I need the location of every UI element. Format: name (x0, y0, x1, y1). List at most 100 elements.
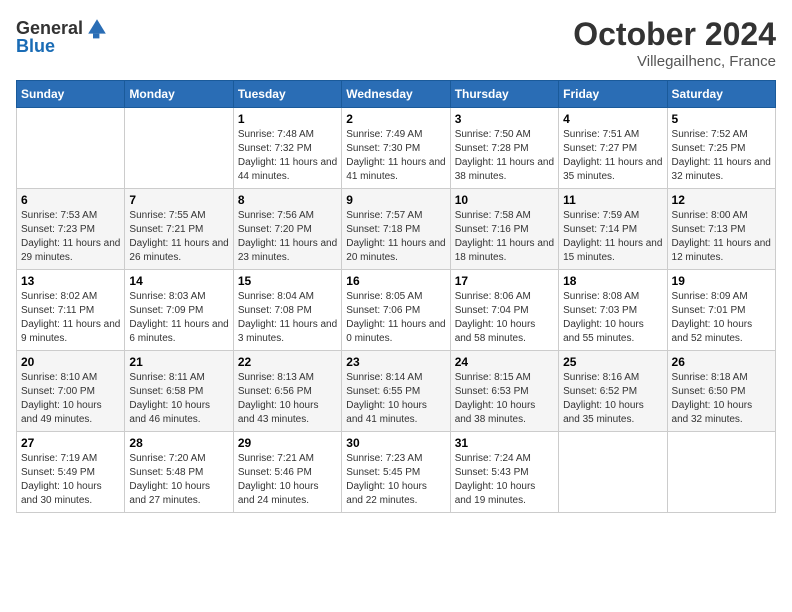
calendar-cell: 31 Sunrise: 7:24 AMSunset: 5:43 PMDayligh… (450, 432, 558, 513)
day-info: Sunrise: 8:13 AMSunset: 6:56 PMDaylight:… (238, 371, 337, 427)
calendar-cell: 19Sunrise: 8:09 AMSunset: 7:01 PMDayligh… (667, 270, 775, 351)
day-info: Sunrise: 7:49 AMSunset: 7:30 PMDaylight:… (346, 128, 445, 184)
day-info: Sunrise: 8:18 AMSunset: 6:50 PMDaylight:… (672, 371, 771, 427)
day-number: 6 (21, 193, 120, 207)
day-number: 20 (21, 355, 120, 369)
day-number: 24 (455, 355, 554, 369)
day-number: 29 (238, 436, 337, 450)
calendar-cell: 9 Sunrise: 7:57 AMSunset: 7:18 PMDaylight… (342, 189, 450, 270)
logo: General Blue (16, 16, 109, 57)
header-wednesday: Wednesday (342, 81, 450, 108)
day-number: 3 (455, 112, 554, 126)
calendar-cell: 27 Sunrise: 7:19 AMSunset: 5:49 PMDayligh… (17, 432, 125, 513)
calendar-cell: 17Sunrise: 8:06 AMSunset: 7:04 PMDayligh… (450, 270, 558, 351)
day-info: Sunrise: 7:20 AMSunset: 5:48 PMDaylight:… (129, 452, 228, 508)
day-info: Sunrise: 7:24 AMSunset: 5:43 PMDaylight:… (455, 452, 554, 508)
calendar-cell: 13Sunrise: 8:02 AMSunset: 7:11 PMDayligh… (17, 270, 125, 351)
day-info: Sunrise: 7:57 AMSunset: 7:18 PMDaylight:… (346, 209, 445, 265)
day-number: 5 (672, 112, 771, 126)
calendar-cell: 20 Sunrise: 8:10 AMSunset: 7:00 PMDayligh… (17, 351, 125, 432)
location: Villegailhenc, France (573, 53, 776, 70)
day-info: Sunrise: 7:48 AMSunset: 7:32 PMDaylight:… (238, 128, 337, 184)
day-info: Sunrise: 7:55 AMSunset: 7:21 PMDaylight:… (129, 209, 228, 265)
day-number: 10 (455, 193, 554, 207)
calendar-cell: 22 Sunrise: 8:13 AMSunset: 6:56 PMDayligh… (233, 351, 341, 432)
day-info: Sunrise: 7:58 AMSunset: 7:16 PMDaylight:… (455, 209, 554, 265)
day-number: 21 (129, 355, 228, 369)
calendar-table: SundayMondayTuesdayWednesdayThursdayFrid… (16, 80, 776, 513)
day-number: 16 (346, 274, 445, 288)
day-info: Sunrise: 7:21 AMSunset: 5:46 PMDaylight:… (238, 452, 337, 508)
day-info: Sunrise: 8:15 AMSunset: 6:53 PMDaylight:… (455, 371, 554, 427)
calendar-cell: 24 Sunrise: 8:15 AMSunset: 6:53 PMDayligh… (450, 351, 558, 432)
day-info: Sunrise: 7:50 AMSunset: 7:28 PMDaylight:… (455, 128, 554, 184)
day-number: 18 (563, 274, 662, 288)
calendar-cell: 28 Sunrise: 7:20 AMSunset: 5:48 PMDayligh… (125, 432, 233, 513)
calendar-cell: 3 Sunrise: 7:50 AMSunset: 7:28 PMDaylight… (450, 108, 558, 189)
day-info: Sunrise: 8:08 AMSunset: 7:03 PMDaylight:… (563, 290, 662, 346)
day-info: Sunrise: 7:56 AMSunset: 7:20 PMDaylight:… (238, 209, 337, 265)
calendar-cell (17, 108, 125, 189)
day-number: 28 (129, 436, 228, 450)
calendar-cell: 11 Sunrise: 7:59 AMSunset: 7:14 PMDayligh… (559, 189, 667, 270)
day-number: 7 (129, 193, 228, 207)
calendar-week-1: 1 Sunrise: 7:48 AMSunset: 7:32 PMDaylight… (17, 108, 776, 189)
logo-blue: Blue (16, 36, 55, 57)
calendar-cell: 23 Sunrise: 8:14 AMSunset: 6:55 PMDayligh… (342, 351, 450, 432)
calendar-week-3: 13Sunrise: 8:02 AMSunset: 7:11 PMDayligh… (17, 270, 776, 351)
day-info: Sunrise: 8:16 AMSunset: 6:52 PMDaylight:… (563, 371, 662, 427)
calendar-cell (559, 432, 667, 513)
header-thursday: Thursday (450, 81, 558, 108)
day-info: Sunrise: 7:19 AMSunset: 5:49 PMDaylight:… (21, 452, 120, 508)
day-number: 22 (238, 355, 337, 369)
day-info: Sunrise: 8:09 AMSunset: 7:01 PMDaylight:… (672, 290, 771, 346)
calendar-cell: 10 Sunrise: 7:58 AMSunset: 7:16 PMDayligh… (450, 189, 558, 270)
day-info: Sunrise: 8:03 AMSunset: 7:09 PMDaylight:… (129, 290, 228, 346)
day-info: Sunrise: 8:04 AMSunset: 7:08 PMDaylight:… (238, 290, 337, 346)
calendar-cell: 30Sunrise: 7:23 AMSunset: 5:45 PMDayligh… (342, 432, 450, 513)
day-info: Sunrise: 7:53 AMSunset: 7:23 PMDaylight:… (21, 209, 120, 265)
calendar-cell: 25 Sunrise: 8:16 AMSunset: 6:52 PMDayligh… (559, 351, 667, 432)
day-number: 11 (563, 193, 662, 207)
calendar-cell: 14 Sunrise: 8:03 AMSunset: 7:09 PMDayligh… (125, 270, 233, 351)
day-number: 9 (346, 193, 445, 207)
calendar-cell (125, 108, 233, 189)
day-number: 31 (455, 436, 554, 450)
calendar-cell: 15 Sunrise: 8:04 AMSunset: 7:08 PMDayligh… (233, 270, 341, 351)
day-info: Sunrise: 7:52 AMSunset: 7:25 PMDaylight:… (672, 128, 771, 184)
header-saturday: Saturday (667, 81, 775, 108)
day-info: Sunrise: 7:59 AMSunset: 7:14 PMDaylight:… (563, 209, 662, 265)
calendar-cell: 6 Sunrise: 7:53 AMSunset: 7:23 PMDaylight… (17, 189, 125, 270)
day-info: Sunrise: 8:10 AMSunset: 7:00 PMDaylight:… (21, 371, 120, 427)
calendar-cell: 8Sunrise: 7:56 AMSunset: 7:20 PMDaylight… (233, 189, 341, 270)
header-friday: Friday (559, 81, 667, 108)
calendar-week-2: 6 Sunrise: 7:53 AMSunset: 7:23 PMDaylight… (17, 189, 776, 270)
day-number: 1 (238, 112, 337, 126)
day-info: Sunrise: 8:02 AMSunset: 7:11 PMDaylight:… (21, 290, 120, 346)
day-info: Sunrise: 8:06 AMSunset: 7:04 PMDaylight:… (455, 290, 554, 346)
calendar-cell: 29 Sunrise: 7:21 AMSunset: 5:46 PMDayligh… (233, 432, 341, 513)
calendar-cell: 21 Sunrise: 8:11 AMSunset: 6:58 PMDayligh… (125, 351, 233, 432)
day-number: 14 (129, 274, 228, 288)
logo-icon (85, 16, 109, 40)
day-number: 27 (21, 436, 120, 450)
calendar-cell: 12Sunrise: 8:00 AMSunset: 7:13 PMDayligh… (667, 189, 775, 270)
calendar-cell: 26 Sunrise: 8:18 AMSunset: 6:50 PMDayligh… (667, 351, 775, 432)
day-info: Sunrise: 8:14 AMSunset: 6:55 PMDaylight:… (346, 371, 445, 427)
day-number: 23 (346, 355, 445, 369)
day-number: 26 (672, 355, 771, 369)
calendar-cell (667, 432, 775, 513)
day-number: 2 (346, 112, 445, 126)
calendar-cell: 18 Sunrise: 8:08 AMSunset: 7:03 PMDayligh… (559, 270, 667, 351)
day-info: Sunrise: 8:11 AMSunset: 6:58 PMDaylight:… (129, 371, 228, 427)
day-number: 25 (563, 355, 662, 369)
day-number: 15 (238, 274, 337, 288)
calendar-cell: 2 Sunrise: 7:49 AMSunset: 7:30 PMDaylight… (342, 108, 450, 189)
header-sunday: Sunday (17, 81, 125, 108)
calendar-cell: 7 Sunrise: 7:55 AMSunset: 7:21 PMDaylight… (125, 189, 233, 270)
page-header: General Blue October 2024 Villegailhenc,… (16, 16, 776, 70)
header-monday: Monday (125, 81, 233, 108)
day-number: 12 (672, 193, 771, 207)
calendar-header-row: SundayMondayTuesdayWednesdayThursdayFrid… (17, 81, 776, 108)
calendar-cell: 5 Sunrise: 7:52 AMSunset: 7:25 PMDaylight… (667, 108, 775, 189)
